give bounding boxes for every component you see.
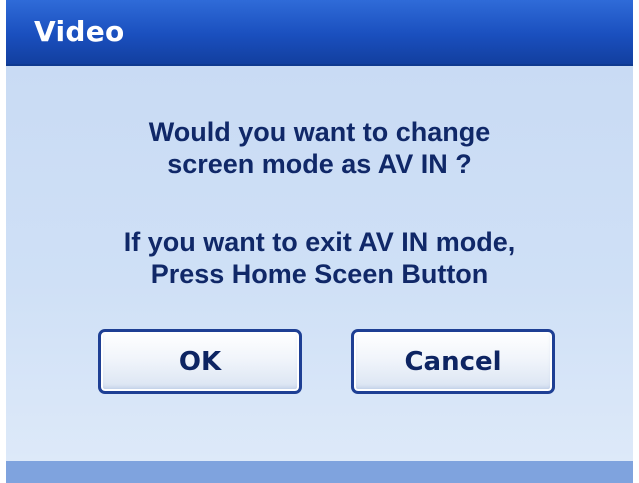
message-line-3: If you want to exit AV IN mode,	[123, 227, 516, 257]
title-bar: Video	[6, 0, 633, 66]
ok-button[interactable]: OK	[98, 329, 302, 394]
message-line-4: Press Home Sceen Button	[150, 259, 489, 289]
footer-bar	[6, 461, 633, 483]
ok-button-label: OK	[178, 346, 222, 377]
message-line-2: screen mode as AV IN ?	[167, 149, 472, 179]
dialog-title: Video	[34, 15, 125, 48]
cancel-button-label: Cancel	[404, 346, 502, 377]
video-dialog: Video Would you want to change screen mo…	[0, 0, 639, 483]
dialog-body: Would you want to change screen mode as …	[6, 66, 633, 461]
cancel-button[interactable]: Cancel	[351, 329, 555, 394]
message-line-1: Would you want to change	[148, 117, 491, 147]
